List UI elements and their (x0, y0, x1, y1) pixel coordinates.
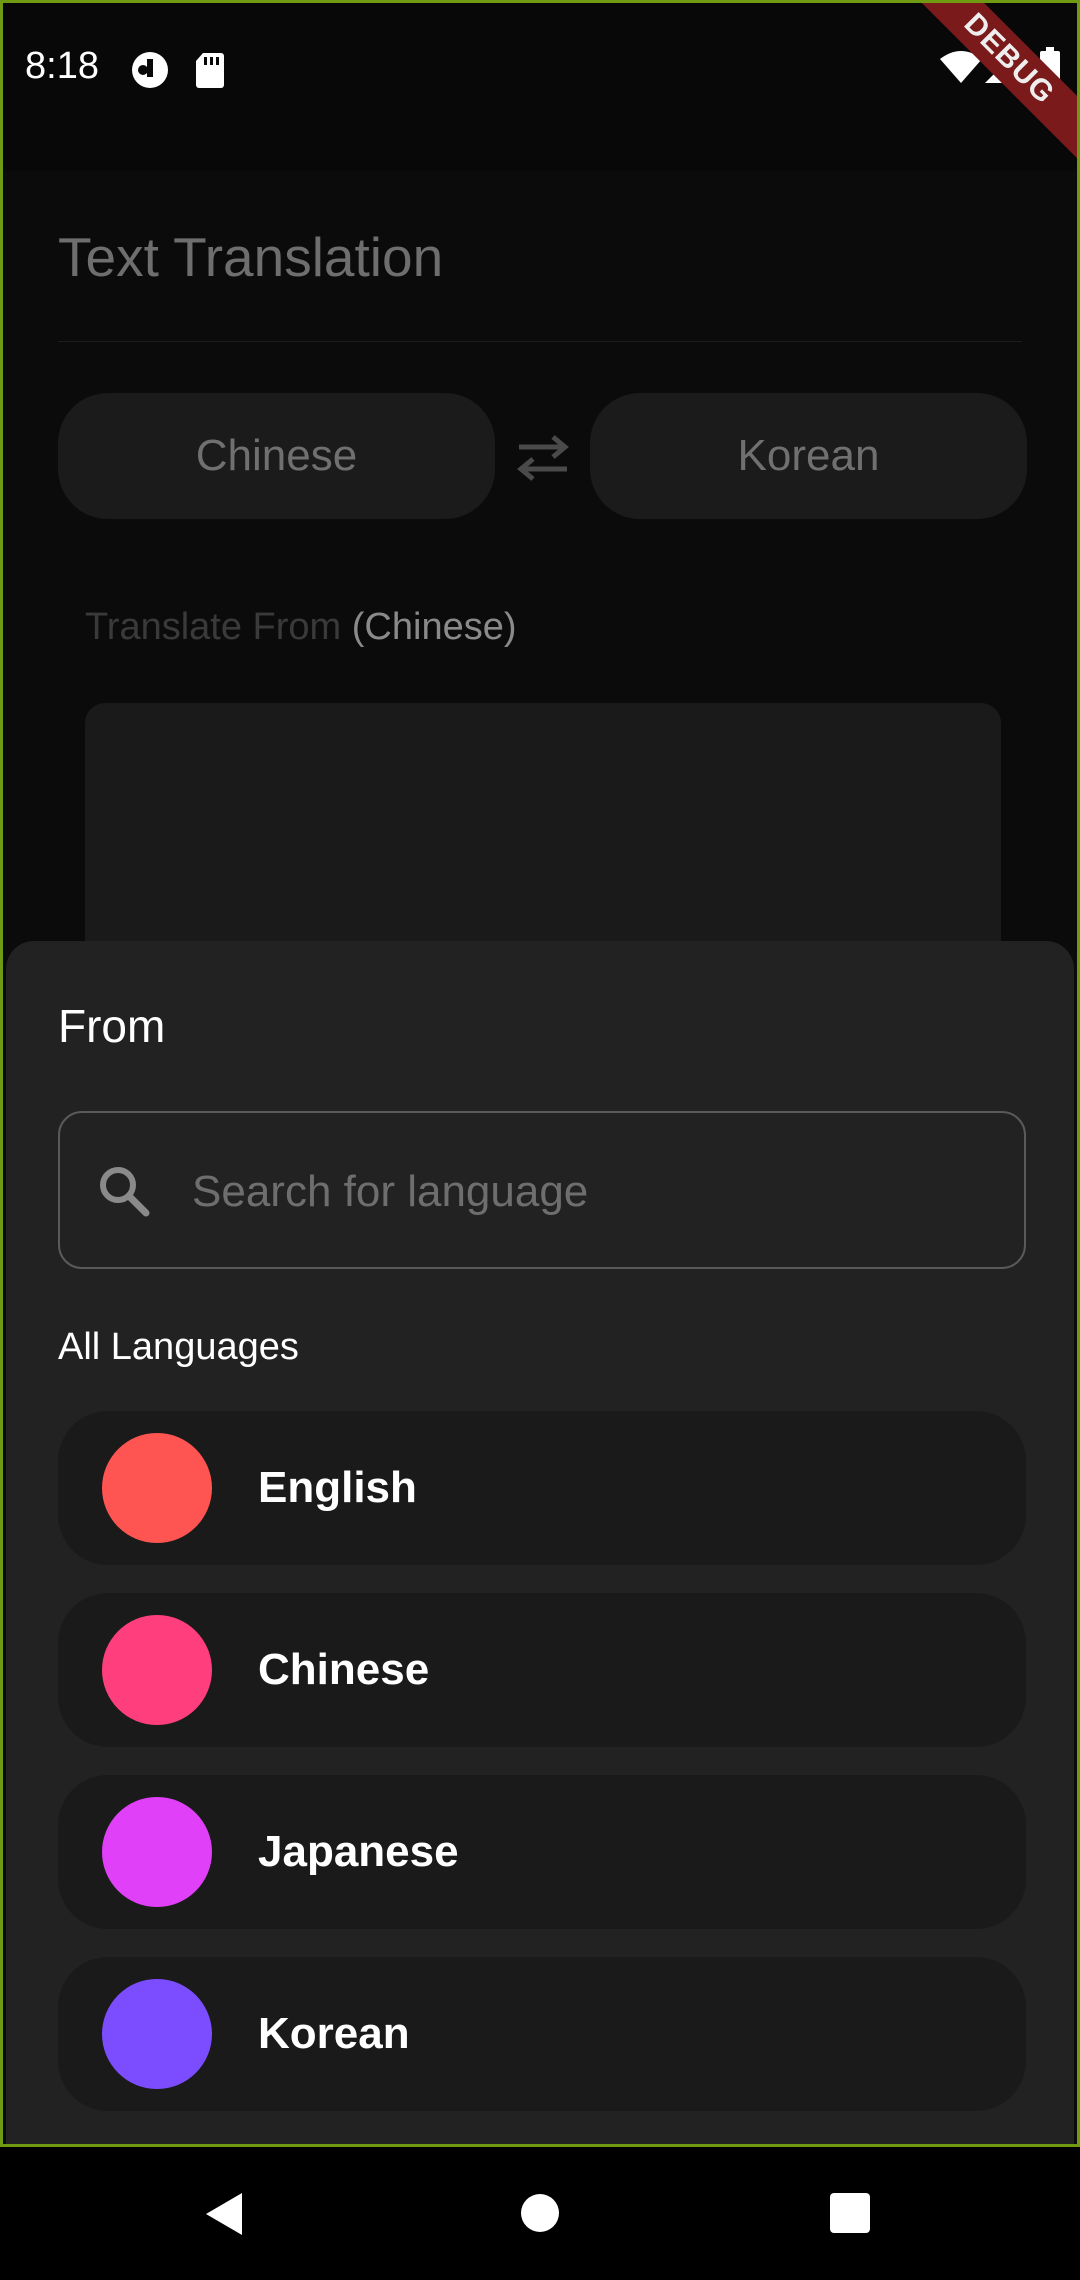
home-icon[interactable] (520, 2193, 560, 2238)
language-list: English Chinese Japanese Korean (58, 1411, 1026, 2139)
language-search-box[interactable] (58, 1111, 1026, 1269)
language-item-chinese[interactable]: Chinese (58, 1593, 1026, 1747)
language-color-dot (102, 1979, 212, 2089)
app-frame: 8:18 DEBUG Text Translation Chinese Kore… (0, 0, 1080, 2147)
target-language-button[interactable]: Korean (590, 393, 1027, 519)
status-bar: 8:18 DEBUG (3, 3, 1077, 171)
language-label: Japanese (258, 1827, 459, 1876)
sheet-title: From (58, 1000, 166, 1052)
language-item-korean[interactable]: Korean (58, 1957, 1026, 2111)
language-item-english[interactable]: English (58, 1411, 1026, 1565)
language-search-input[interactable] (190, 1153, 974, 1231)
swap-icon[interactable] (513, 433, 573, 483)
language-color-dot (102, 1433, 212, 1543)
language-color-dot (102, 1615, 212, 1725)
translate-from-label: Translate From (Chinese) (85, 606, 517, 649)
language-label: Chinese (258, 1645, 430, 1694)
language-item-japanese[interactable]: Japanese (58, 1775, 1026, 1929)
search-icon (100, 1167, 150, 1217)
status-time: 8:18 (25, 45, 99, 87)
debug-banner-label: DEBUG (917, 3, 1077, 160)
app-notification-icon (131, 51, 169, 94)
title-divider (58, 341, 1022, 342)
language-label: English (258, 1463, 417, 1512)
system-nav-bar (0, 2147, 1080, 2280)
language-label: Korean (258, 2009, 410, 2058)
translate-from-text: Translate From (85, 606, 342, 648)
recents-icon[interactable] (830, 2193, 870, 2238)
back-icon[interactable] (204, 2191, 244, 2242)
language-color-dot (102, 1797, 212, 1907)
page-title: Text Translation (58, 226, 444, 288)
source-language-button[interactable]: Chinese (58, 393, 495, 519)
language-picker-sheet: From All Languages English Chinese Japan… (6, 941, 1074, 2144)
debug-banner: DEBUG (917, 3, 1077, 163)
all-languages-heading: All Languages (58, 1326, 299, 1368)
sd-card-icon (195, 51, 225, 94)
translate-from-language: (Chinese) (351, 606, 517, 648)
